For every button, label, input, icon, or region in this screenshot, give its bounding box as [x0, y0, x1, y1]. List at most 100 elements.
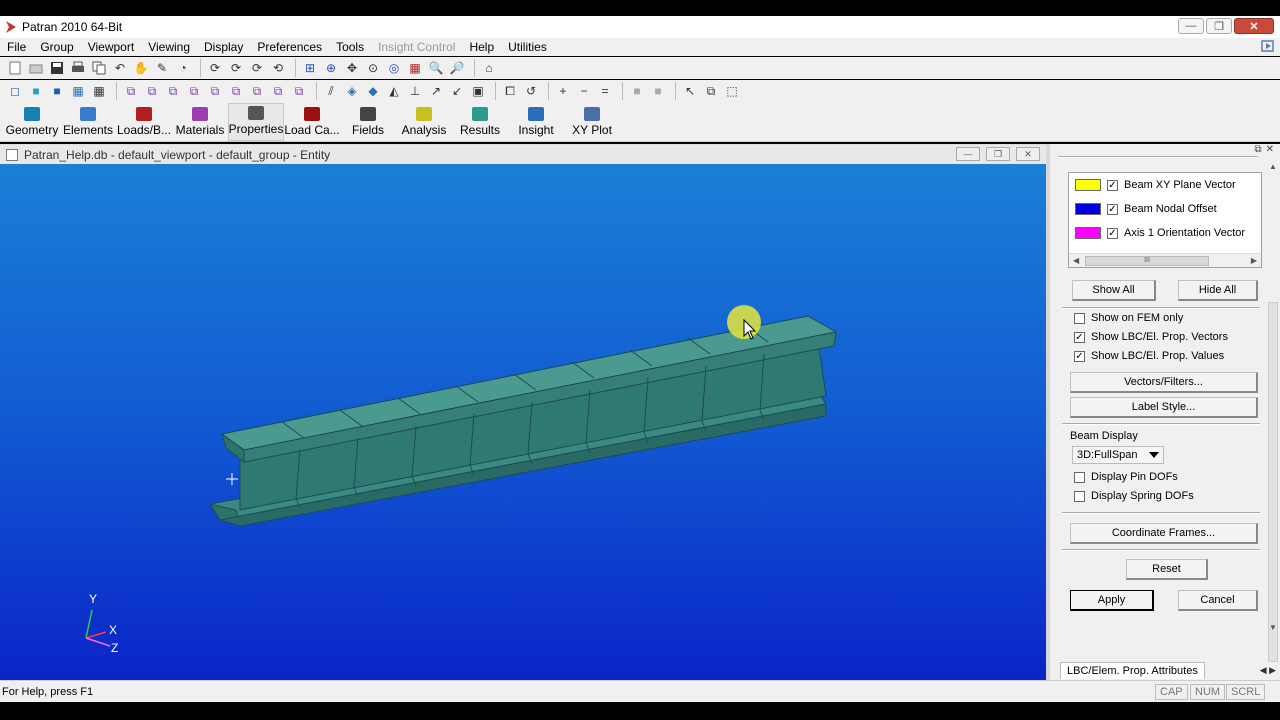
view-iso2-icon[interactable]: ⧉ — [269, 82, 287, 100]
print-icon[interactable] — [69, 59, 87, 77]
new-file-icon[interactable] — [6, 59, 24, 77]
pan-hand-icon[interactable]: ✋ — [132, 59, 150, 77]
checkbox-box[interactable]: ✓ — [1107, 227, 1118, 239]
node-labels-icon[interactable]: ◈ — [343, 82, 361, 100]
checkbox-box[interactable] — [1074, 490, 1085, 502]
cancel-button[interactable]: Cancel — [1178, 590, 1258, 611]
home-view-icon[interactable]: ⌂ — [480, 59, 498, 77]
viewport-minimize-button[interactable]: — — [956, 147, 980, 161]
equals-icon[interactable]: = — [596, 82, 614, 100]
checkbox-box[interactable] — [1074, 312, 1085, 324]
scroll-thumb[interactable]: III — [1085, 256, 1209, 266]
view-left-icon[interactable]: ⧉ — [206, 82, 224, 100]
menu-utilities[interactable]: Utilities — [501, 40, 554, 54]
color-swatch[interactable] — [1075, 179, 1101, 191]
apply-button[interactable]: Apply — [1070, 590, 1154, 611]
app-fields[interactable]: Fields — [340, 103, 396, 141]
view-bottom-icon[interactable]: ⧉ — [185, 82, 203, 100]
vectors-filters-button[interactable]: Vectors/Filters... — [1070, 372, 1258, 393]
display-pin-dofs-checkbox[interactable]: Display Pin DOFs — [1074, 469, 1178, 485]
app-xy-plot[interactable]: XY Plot — [564, 103, 620, 141]
graphics-viewport[interactable]: Y X Z — [0, 164, 1046, 680]
show-values-checkbox[interactable]: ✓ Show LBC/El. Prop. Values — [1074, 348, 1224, 364]
panel-vscrollbar[interactable]: ▲ ▼ — [1266, 162, 1280, 662]
view-back-icon[interactable]: ⧉ — [143, 82, 161, 100]
scroll-down-icon[interactable]: ▼ — [1266, 623, 1280, 632]
beam-display-select[interactable]: 3D:FullSpan — [1072, 446, 1164, 464]
viewport-restore-button[interactable]: ❐ — [986, 147, 1010, 161]
list-hscrollbar[interactable]: ◀ III ▶ — [1069, 253, 1261, 267]
app-loads-b[interactable]: Loads/B... — [116, 103, 172, 141]
menu-viewport[interactable]: Viewport — [81, 40, 141, 54]
close-button[interactable]: ✕ — [1234, 18, 1274, 34]
curve-labels-icon[interactable]: ↗ — [427, 82, 445, 100]
view-right-icon[interactable]: ⧉ — [227, 82, 245, 100]
checkbox-box[interactable] — [1074, 471, 1085, 483]
app-properties[interactable]: Properties — [228, 103, 284, 141]
geometry-labels-icon[interactable]: ◭ — [385, 82, 403, 100]
menu-viewing[interactable]: Viewing — [141, 40, 197, 54]
grid-view-icon[interactable]: ▦ — [406, 59, 424, 77]
checkbox-box[interactable]: ✓ — [1074, 331, 1085, 343]
panel-close-icon[interactable]: ✕ — [1266, 144, 1274, 158]
app-elements[interactable]: Elements — [60, 103, 116, 141]
solid-labels-icon[interactable]: ▣ — [469, 82, 487, 100]
list-item[interactable]: ✓ Beam Nodal Offset — [1069, 197, 1261, 221]
shaded-cube-icon[interactable]: ■ — [48, 82, 66, 100]
hidden-line-icon[interactable]: ■ — [27, 82, 45, 100]
pan-view-icon[interactable]: ✥ — [343, 59, 361, 77]
app-insight[interactable]: Insight — [508, 103, 564, 141]
viewport-close-button[interactable]: ✕ — [1016, 147, 1040, 161]
color-swatch[interactable] — [1075, 227, 1101, 239]
element-labels-icon[interactable]: ◆ — [364, 82, 382, 100]
label-style-button[interactable]: Label Style... — [1070, 397, 1258, 418]
pick-cursor-icon[interactable]: ↖ — [681, 82, 699, 100]
checkbox-box[interactable]: ✓ — [1074, 350, 1085, 362]
mesh-display-icon[interactable]: ▦ — [90, 82, 108, 100]
app-materials[interactable]: Materials — [172, 103, 228, 141]
rotate-z-icon[interactable]: ⟳ — [248, 59, 266, 77]
pick-box-icon[interactable]: ⬚ — [723, 82, 741, 100]
display-spring-dofs-checkbox[interactable]: Display Spring DOFs — [1074, 488, 1194, 504]
scroll-left-icon[interactable]: ◀ — [1073, 256, 1079, 265]
save-icon[interactable] — [48, 59, 66, 77]
rotate-y-icon[interactable]: ⟳ — [227, 59, 245, 77]
pick-3d-icon[interactable]: ⧉ — [702, 82, 720, 100]
show-fem-only-checkbox[interactable]: Show on FEM only — [1074, 310, 1183, 326]
view-top-icon[interactable]: ⧉ — [164, 82, 182, 100]
menu-preferences[interactable]: Preferences — [250, 40, 329, 54]
list-item[interactable]: ✓ Beam XY Plane Vector — [1069, 173, 1261, 197]
wireframe-cube-icon[interactable]: ◻ — [6, 82, 24, 100]
zoom-in-icon[interactable]: 🔎 — [448, 59, 466, 77]
scroll-up-icon[interactable]: ▲ — [1266, 162, 1280, 171]
open-file-icon[interactable] — [27, 59, 45, 77]
tab-lbc-elem-prop-attributes[interactable]: LBC/Elem. Prop. Attributes — [1060, 661, 1205, 679]
app-analysis[interactable]: Analysis — [396, 103, 452, 141]
lasso-icon[interactable]: ↺ — [522, 82, 540, 100]
minimize-button[interactable]: — — [1178, 18, 1204, 34]
hide-all-button[interactable]: Hide All — [1178, 280, 1258, 301]
edit-icon[interactable]: ✎ — [153, 59, 171, 77]
view-front-icon[interactable]: ⧉ — [122, 82, 140, 100]
checkbox-box[interactable]: ✓ — [1107, 203, 1118, 215]
checkbox-box[interactable]: ✓ — [1107, 179, 1118, 191]
list-item[interactable]: ✓ Axis 1 Orientation Vector — [1069, 221, 1261, 245]
undo-icon[interactable]: ↶ — [111, 59, 129, 77]
menu-group[interactable]: Group — [33, 40, 80, 54]
center-view-icon[interactable]: ⊕ — [322, 59, 340, 77]
color-swatch[interactable] — [1075, 203, 1101, 215]
app-load-ca[interactable]: Load Ca... — [284, 103, 340, 141]
view-iso3-icon[interactable]: ⧉ — [290, 82, 308, 100]
point-labels-icon[interactable]: ⊥ — [406, 82, 424, 100]
menu-display[interactable]: Display — [197, 40, 250, 54]
rotate-free-icon[interactable]: ⟲ — [269, 59, 287, 77]
view-corners-icon[interactable]: ◎ — [385, 59, 403, 77]
zoom-box-icon[interactable]: ⊙ — [364, 59, 382, 77]
coordinate-frames-button[interactable]: Coordinate Frames... — [1070, 523, 1258, 544]
vector-display-list[interactable]: ✓ Beam XY Plane Vector ✓ Beam Nodal Offset ✓… — [1068, 172, 1262, 268]
smooth-shaded-icon[interactable]: ▦ — [69, 82, 87, 100]
scroll-right-icon[interactable]: ▶ — [1251, 256, 1257, 265]
menu-tools[interactable]: Tools — [329, 40, 371, 54]
app-results[interactable]: Results — [452, 103, 508, 141]
plus-icon[interactable]: + — [554, 82, 572, 100]
